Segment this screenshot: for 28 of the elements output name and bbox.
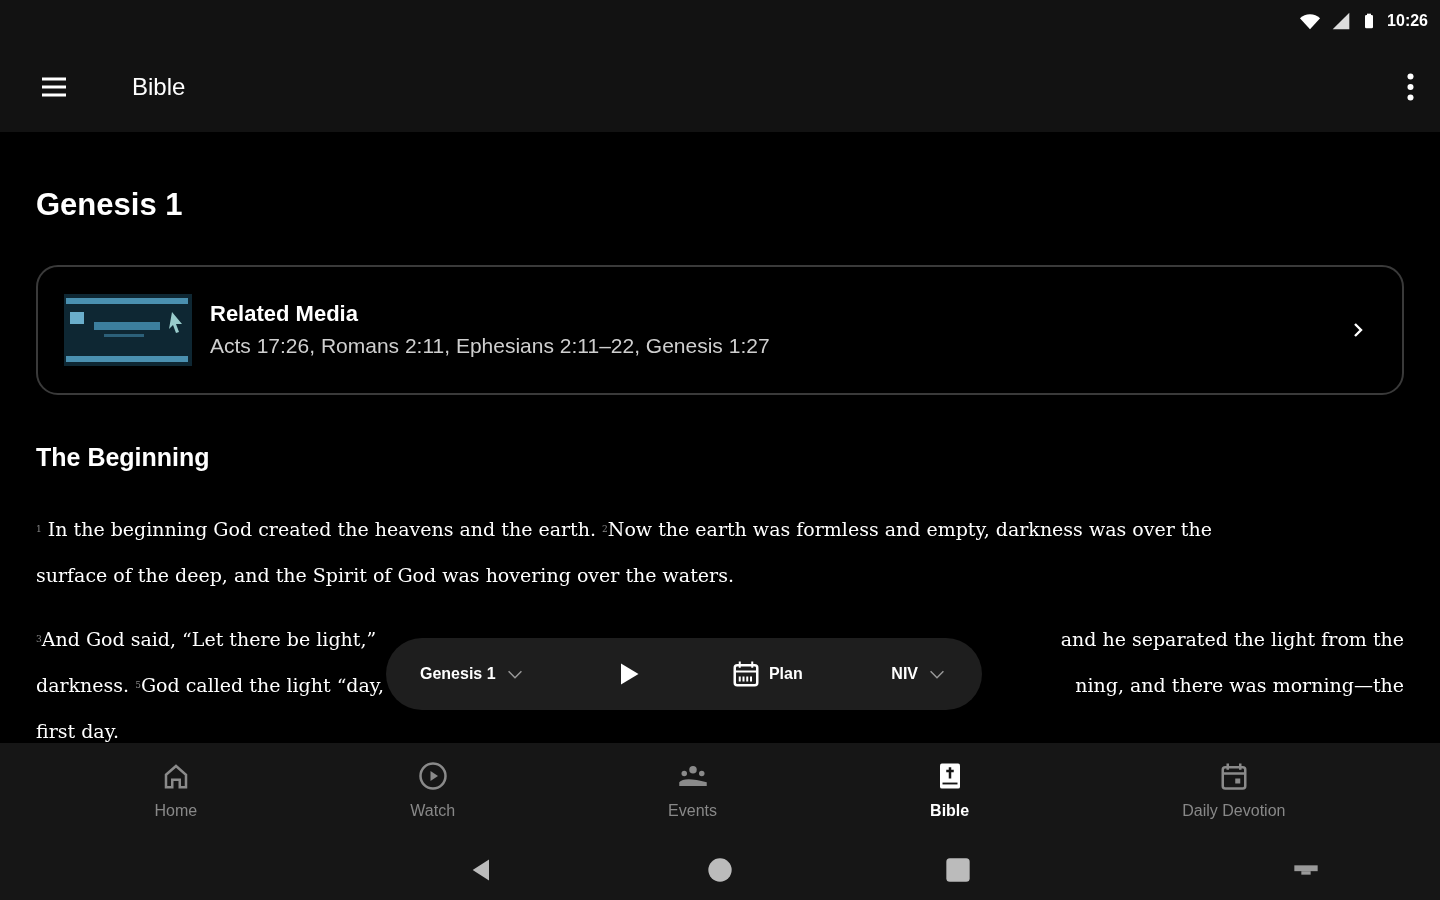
play-circle-icon — [417, 760, 448, 791]
verse-text: darkness. $^{5}$God called the light “day, — [36, 673, 385, 698]
signal-icon — [1331, 11, 1352, 31]
version-dropdown[interactable]: NIV — [891, 662, 948, 686]
nav-tab[interactable]: Events — [668, 760, 717, 823]
verse-text: surface of the deep, and the Spirit of God was hovering over the waters. — [36, 563, 734, 588]
related-media-card[interactable]: Related Media Acts 17:26, Romans 2:11, Ephesians 2:11–22, Genesis 1:27 — [36, 264, 1404, 395]
more-button[interactable] — [1407, 73, 1414, 101]
section-heading: The Beginning — [36, 441, 211, 473]
nav-tab[interactable]: Home — [154, 760, 198, 823]
verse-text: $^{3}$And God said, “Let there be light,” — [36, 627, 377, 652]
nav-tab[interactable]: Bible — [930, 760, 970, 823]
recents-icon[interactable] — [944, 856, 972, 884]
clock: 10:26 — [1387, 11, 1428, 31]
book-dropdown[interactable]: Genesis 1 — [420, 662, 526, 686]
home-button-icon[interactable] — [706, 856, 734, 884]
nav-tab[interactable]: Watch — [410, 760, 456, 823]
verse-text: and he separated the light from the — [1060, 627, 1404, 652]
verse-text: ning, and there was morning—the — [1075, 673, 1404, 698]
app-title: Bible — [132, 72, 186, 102]
plan-button[interactable]: Plan — [730, 659, 803, 689]
nav-tab[interactable]: Daily Devotion — [1182, 760, 1286, 823]
chapter-title: Genesis 1 — [36, 186, 184, 224]
verse-text: $^{1}$ In the beginning God created the heavens and the earth. $^{2}$Now the earth was formless and empty, darkness was over the — [36, 517, 1212, 542]
more-icon — [1407, 73, 1414, 101]
media-references: Acts 17:26, Romans 2:11, Ephesians 2:11–22, Genesis 1:27 — [210, 333, 770, 360]
media-title: Related Media — [210, 300, 359, 329]
verse-text: first day. — [36, 719, 119, 743]
